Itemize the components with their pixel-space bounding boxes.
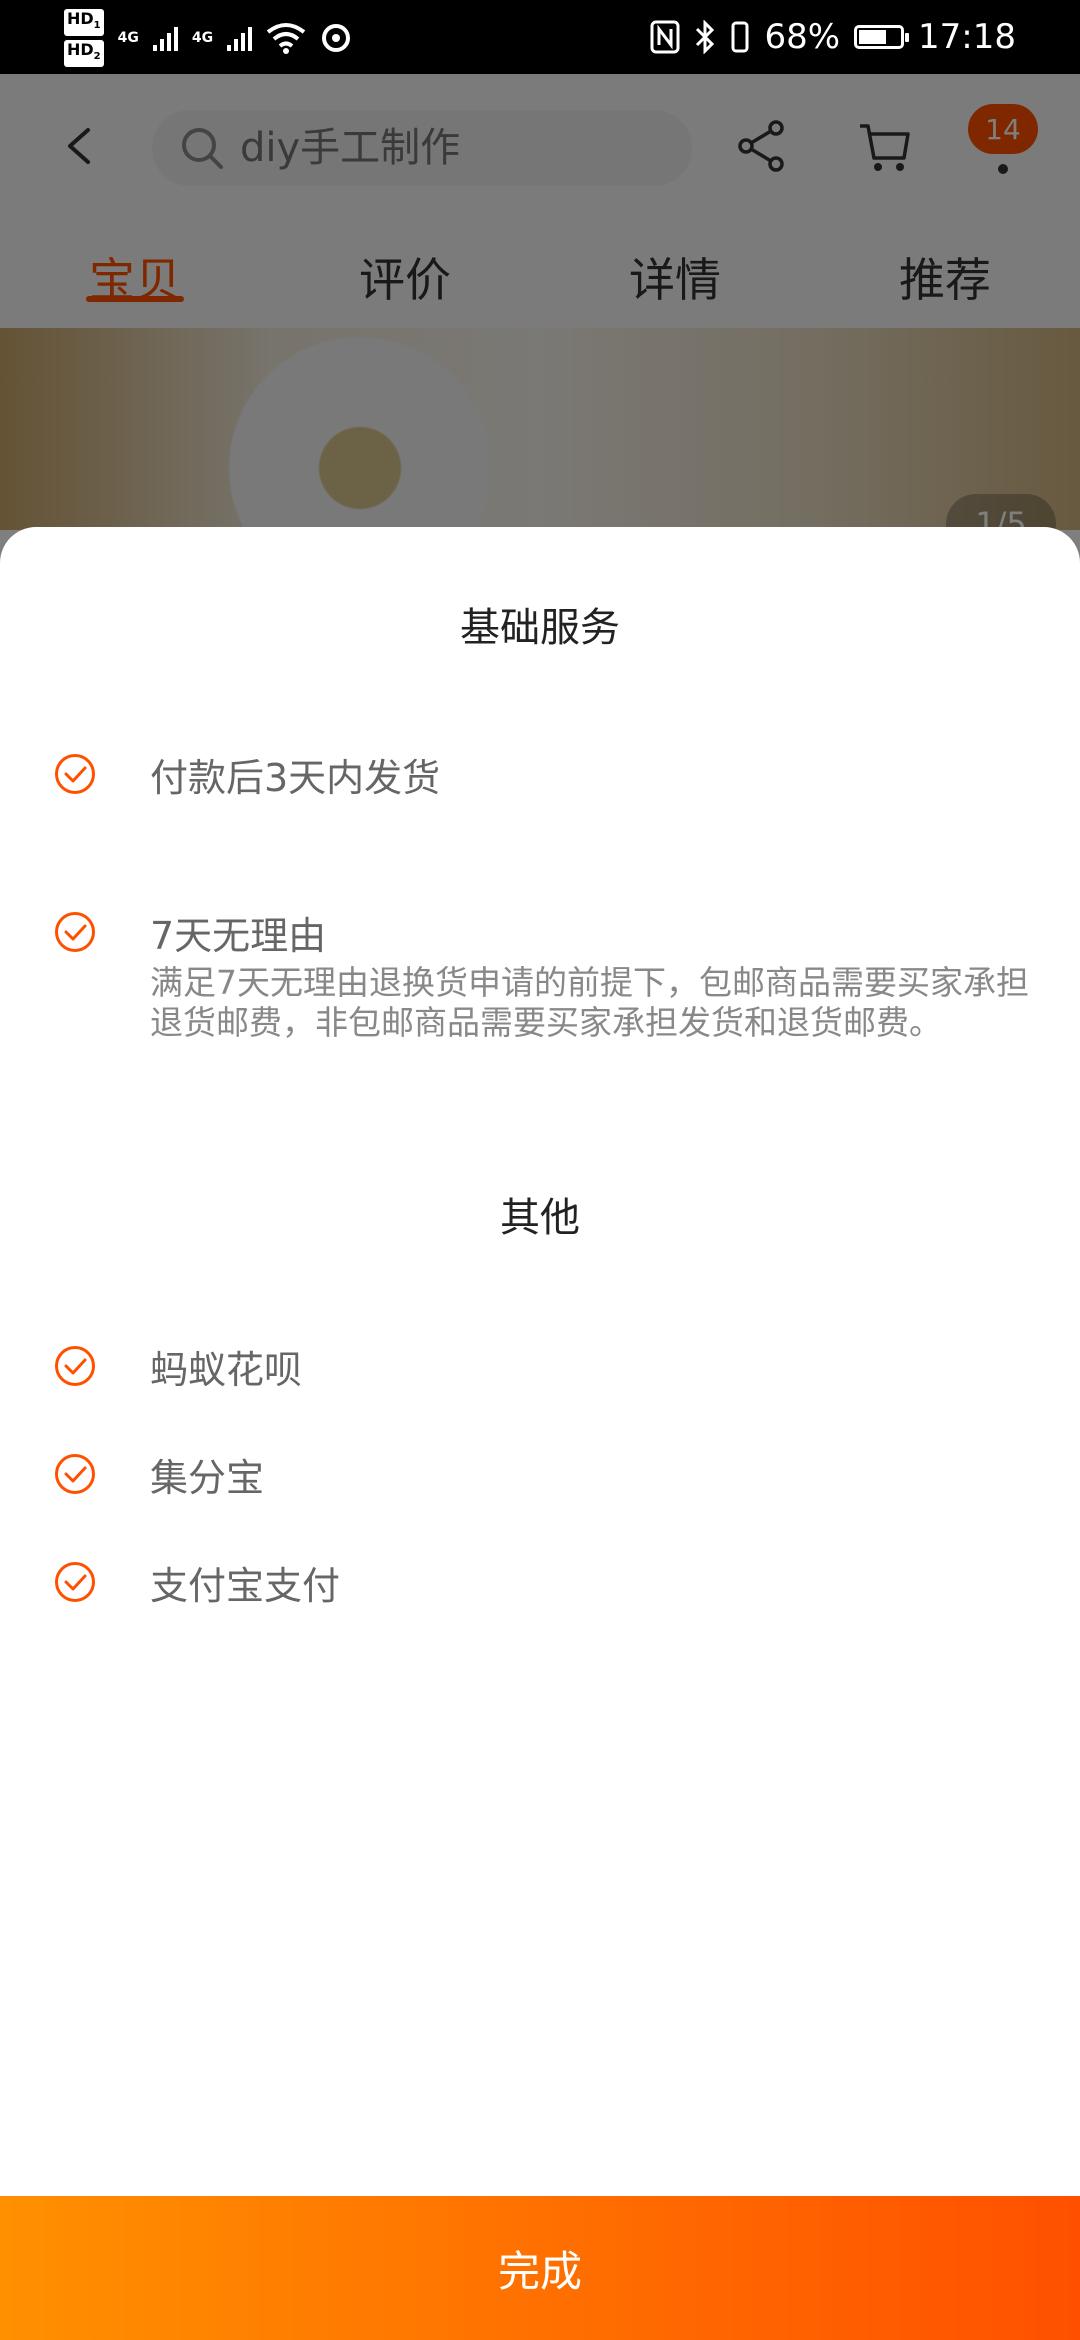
network-type-2: 4G [191, 30, 214, 46]
check-circle-icon [55, 1562, 95, 1602]
hd2-indicator: HD2 [64, 40, 104, 68]
service-item-title: 蚂蚁花呗 [150, 1348, 303, 1392]
check-circle-icon [55, 1346, 95, 1386]
check-circle-icon [55, 912, 95, 952]
clock: 17:18 [918, 17, 1016, 57]
status-left-group: HD1 HD2 4G 4G [64, 8, 352, 68]
service-item-description: 满足7天无理由退换货申请的前提下，包邮商品需要买家承担退货邮费，非包邮商品需要买… [150, 963, 1029, 1042]
signal-icon [227, 25, 253, 51]
service-item-title: 7天无理由 [150, 914, 327, 958]
hd-indicators: HD1 HD2 [64, 8, 104, 68]
service-item-title: 集分宝 [150, 1456, 265, 1500]
nfc-icon [650, 20, 680, 54]
service-item-title: 付款后3天内发货 [150, 756, 441, 800]
vibrate-icon [731, 21, 749, 53]
hd1-indicator: HD1 [64, 8, 104, 36]
status-right-group: 68% 17:18 [650, 0, 1016, 74]
bluetooth-icon [696, 20, 715, 54]
hotspot-icon [322, 24, 351, 52]
battery-percent: 68% [764, 17, 841, 57]
basic-services-title: 基础服务 [460, 605, 620, 651]
signal-icon [152, 25, 178, 51]
check-circle-icon [55, 754, 95, 794]
done-button[interactable]: 完成 [0, 2196, 1080, 2340]
wifi-icon [266, 23, 306, 54]
status-bar: HD1 HD2 4G 4G 68% 17:18 [0, 0, 1080, 74]
battery-icon [854, 25, 910, 49]
service-item-title: 支付宝支付 [150, 1564, 341, 1608]
service-sheet: 基础服务 付款后3天内发货 7天无理由 满足7天无理由退换货申请的前提下，包邮商… [0, 527, 1080, 2340]
check-circle-icon [55, 1454, 95, 1494]
network-type-1: 4G [117, 30, 139, 46]
other-section-title: 其他 [500, 1195, 580, 1241]
